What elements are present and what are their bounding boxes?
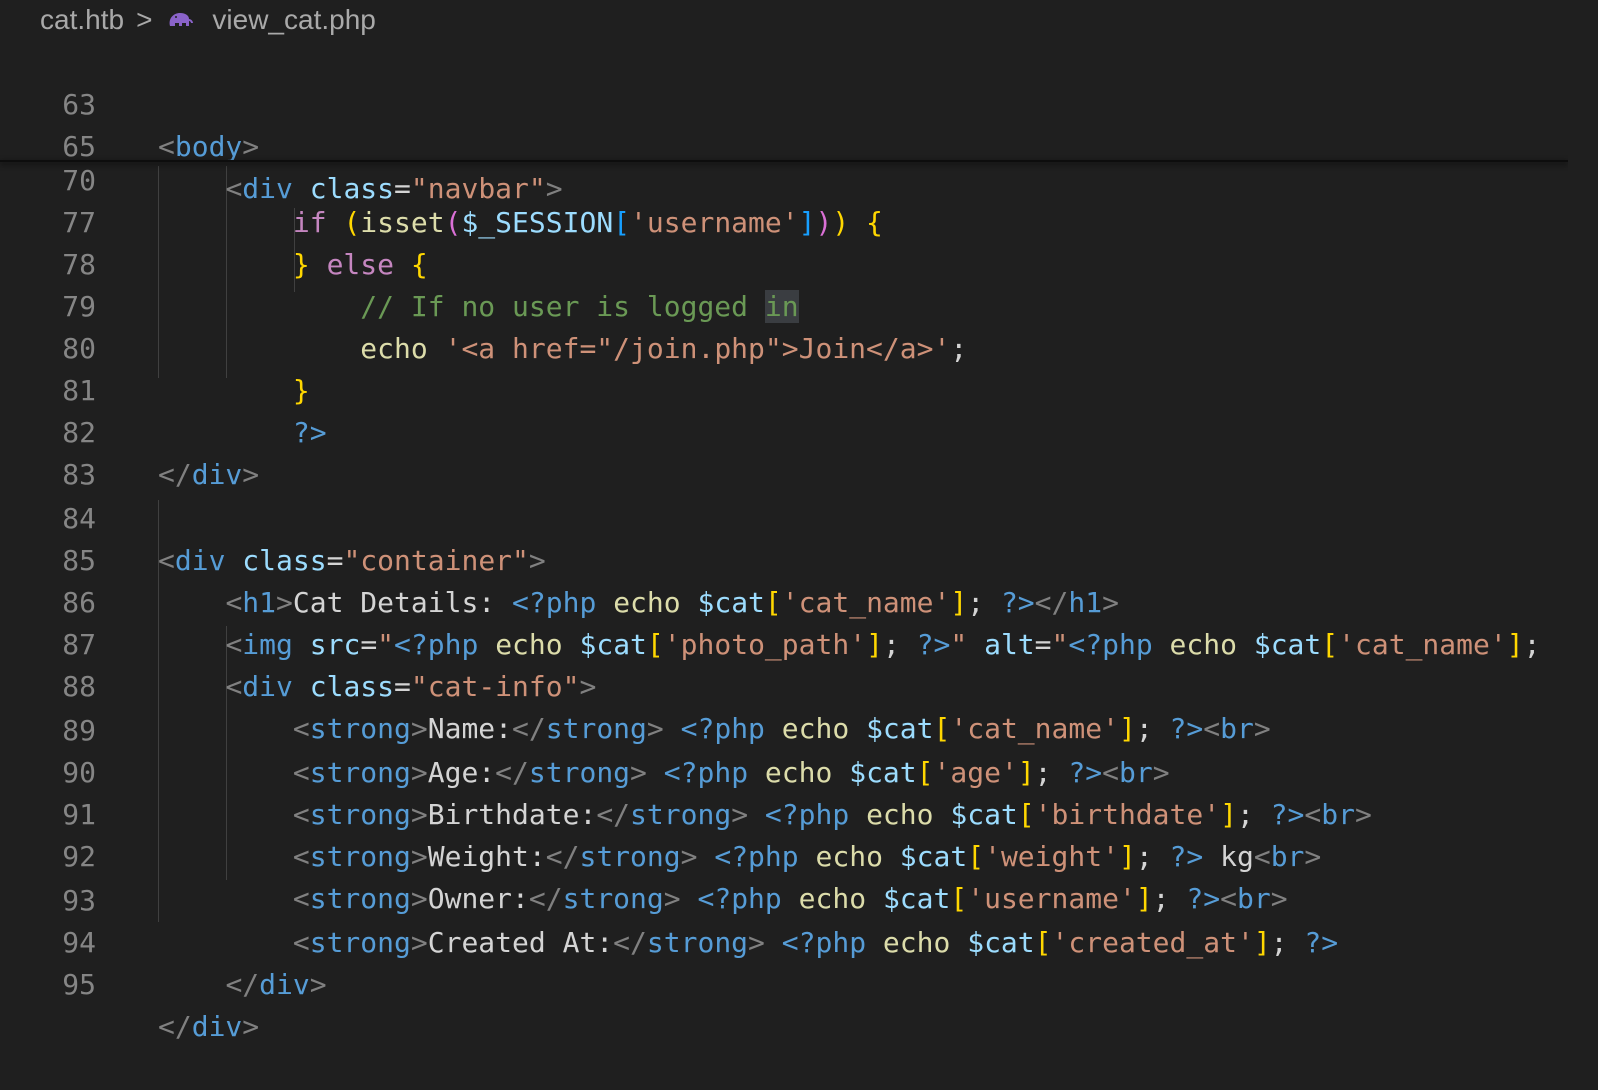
code-line[interactable]: 83 [0, 412, 1598, 491]
code-line[interactable]: 92 <strong>Owner:</strong> <?php echo $c… [0, 794, 1598, 915]
code-line[interactable]: 80 } [0, 286, 1598, 407]
code-text: </div> [225, 968, 327, 1001]
line-number: 95 [62, 968, 96, 1001]
code-editor[interactable]: 63 <body> 65 <div class="navbar"> 70 if … [0, 42, 1598, 1043]
code-line[interactable]: 94 </div> [0, 880, 1598, 1001]
code-line[interactable]: 79 echo '<a href="/join.php">Join</a>'; [0, 244, 1598, 365]
code-line[interactable]: 85 <h1>Cat Details: <?php echo $cat['cat… [0, 498, 1598, 619]
code-line[interactable]: 81 ?> [0, 328, 1598, 449]
breadcrumb-file[interactable]: view_cat.php [212, 4, 375, 36]
code-line[interactable]: 91 <strong>Weight:</strong> <?php echo $… [0, 752, 1598, 873]
code-line[interactable]: 87 <div class="cat-info"> [0, 582, 1598, 703]
code-line[interactable]: 86 <img src="<?php echo $cat['photo_path… [0, 540, 1598, 661]
code-line[interactable]: 82 </div> [0, 370, 1598, 491]
code-line[interactable]: 90 <strong>Birthdate:</strong> <?php ech… [0, 710, 1598, 831]
code-line[interactable]: 78 // If no user is logged in [0, 202, 1598, 323]
breadcrumb-folder[interactable]: cat.htb [40, 4, 124, 36]
breadcrumb-separator: > [136, 4, 153, 35]
code-line[interactable]: 63 <body> [0, 42, 1598, 163]
code-text: </div> [158, 1010, 260, 1043]
code-line[interactable]: 89 <strong>Age:</strong> <?php echo $cat… [0, 668, 1598, 789]
php-elephant-icon [170, 13, 194, 26]
code-line[interactable]: 88 <strong>Name:</strong> <?php echo $ca… [0, 624, 1598, 745]
code-line[interactable]: 93 <strong>Created At:</strong> <?php ec… [0, 838, 1598, 959]
code-line[interactable]: 70 if (isset($_SESSION['username'])) { [0, 118, 1598, 239]
scrollbar-track[interactable] [1568, 0, 1598, 988]
code-line[interactable]: 77 } else { [0, 160, 1598, 281]
breadcrumb: cat.htb > view_cat.php [0, 0, 1598, 40]
code-line[interactable]: 95 </div> [0, 922, 1598, 1043]
code-line[interactable]: 84 <div class="container"> [0, 456, 1598, 577]
